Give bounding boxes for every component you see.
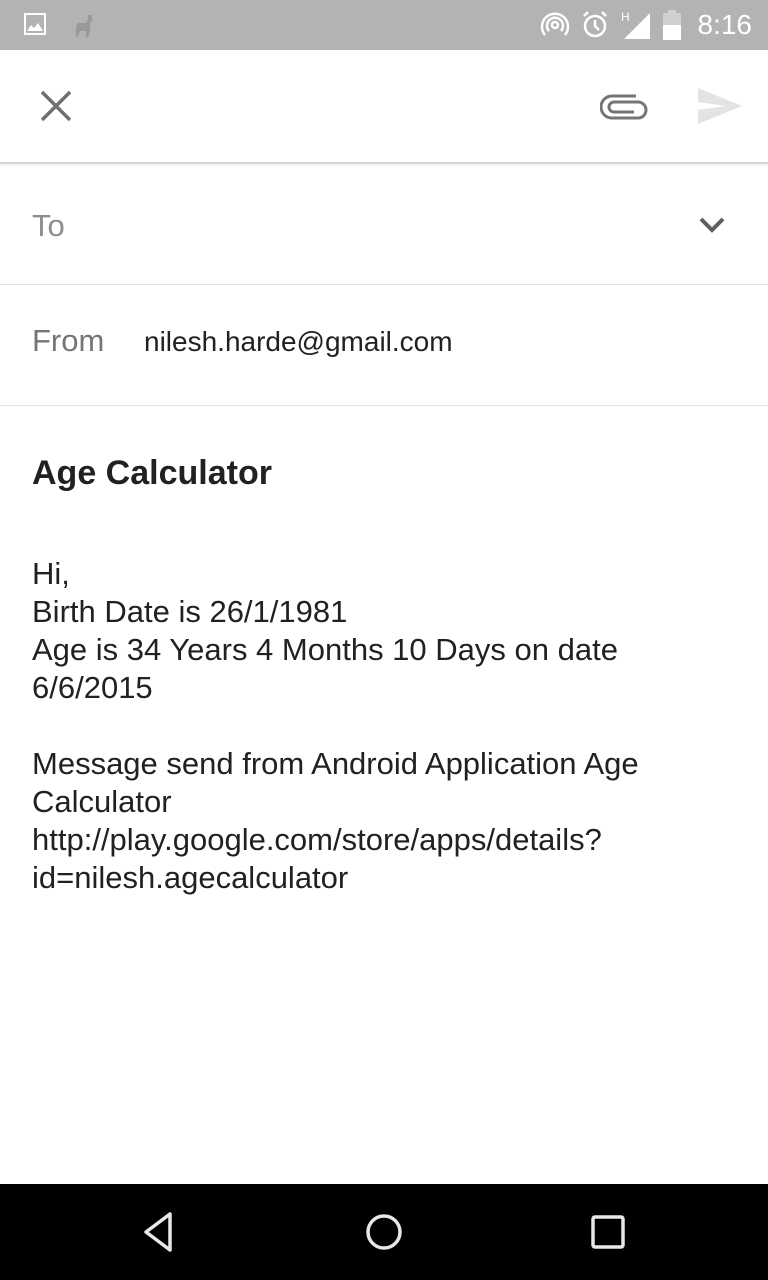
- battery-icon: [662, 10, 681, 40]
- body-line: Birth Date is 26/1/1981: [32, 594, 348, 629]
- clock: 8:16: [697, 9, 753, 40]
- navigation-bar: [0, 1184, 768, 1280]
- home-icon[interactable]: [360, 1208, 408, 1256]
- paperclip-icon[interactable]: [600, 88, 648, 124]
- from-account[interactable]: nilesh.harde@gmail.com: [144, 326, 453, 358]
- body-line: Hi,: [32, 556, 70, 591]
- subject-field[interactable]: Age Calculator: [32, 454, 272, 493]
- to-field-row: To: [0, 164, 768, 285]
- signal-h-icon: H: [621, 10, 650, 39]
- status-bar: H 8:16: [0, 0, 768, 50]
- to-label: To: [32, 208, 65, 243]
- status-icons: H 8:16: [540, 0, 753, 50]
- compose-toolbar: [0, 50, 768, 164]
- back-icon[interactable]: [136, 1208, 184, 1256]
- svg-text:H: H: [621, 10, 630, 24]
- body-line: Message send from Android Application Ag…: [32, 746, 639, 781]
- body-line: Age is 34 Years 4 Months 10 Days on date: [32, 632, 618, 667]
- send-icon[interactable]: [696, 84, 744, 128]
- alarm-icon: [582, 11, 607, 38]
- recents-icon[interactable]: [584, 1208, 632, 1256]
- body-line: Calculator: [32, 784, 172, 819]
- chevron-down-icon[interactable]: [694, 212, 730, 238]
- image-notification-icon: [24, 13, 46, 35]
- from-field-row[interactable]: From nilesh.harde@gmail.com: [0, 285, 768, 406]
- body-line-link: id=nilesh.agecalculator: [32, 860, 349, 895]
- body-line: 6/6/2015: [32, 670, 153, 705]
- hotspot-icon: [540, 12, 569, 36]
- llama-notification-icon: [76, 15, 92, 37]
- to-input[interactable]: [130, 194, 654, 256]
- close-icon[interactable]: [36, 86, 76, 126]
- message-body[interactable]: Hi, Birth Date is 26/1/1981 Age is 34 Ye…: [32, 555, 732, 897]
- body-line: [32, 707, 732, 745]
- body-line-link: http://play.google.com/store/apps/detail…: [32, 822, 602, 857]
- from-label: From: [32, 323, 105, 358]
